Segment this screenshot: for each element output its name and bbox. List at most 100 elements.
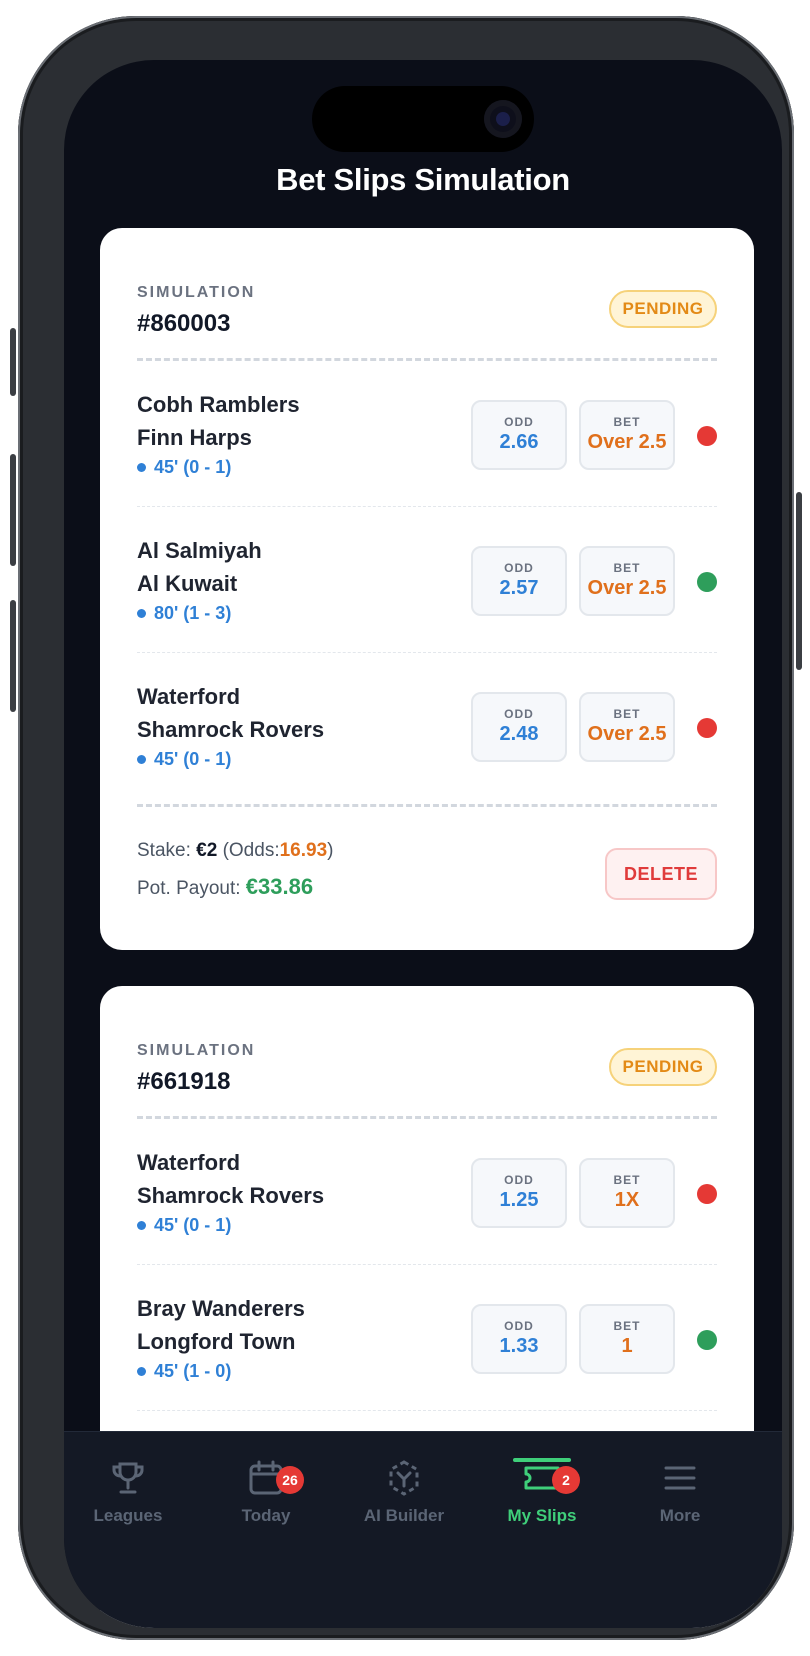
result-status-icon (697, 718, 717, 738)
odds-close: ) (327, 840, 334, 861)
tab-today[interactable]: Today 26 (206, 1458, 326, 1526)
stake-value: €2 (196, 840, 218, 861)
odd-label: ODD (504, 707, 534, 721)
simulation-id: #661918 (137, 1068, 231, 1095)
stake-line: Stake: €2 (Odds:16.93) (137, 840, 333, 862)
tab-label: My Slips (507, 1506, 577, 1525)
simulation-label: SIMULATION (137, 284, 256, 301)
row-divider (137, 1264, 717, 1265)
bet-label: BET (613, 561, 641, 575)
odd-box: ODD 1.33 (471, 1304, 567, 1374)
simulation-id: #860003 (137, 310, 231, 337)
tab-label: AI Builder (363, 1506, 445, 1525)
odd-value: 2.66 (499, 431, 539, 453)
match-row[interactable]: Waterford Shamrock Rovers 45' (0 - 1) OD… (137, 680, 717, 780)
bet-label: BET (613, 1319, 641, 1333)
bet-value: 1X (614, 1189, 640, 1211)
odd-label: ODD (504, 1319, 534, 1333)
odd-label: ODD (504, 561, 534, 575)
odd-box: ODD 2.48 (471, 692, 567, 762)
live-dot (137, 463, 146, 472)
odd-box: ODD 2.66 (471, 400, 567, 470)
minute-score: 45' (1 - 0) (154, 1361, 232, 1381)
page-title: Bet Slips Simulation (276, 162, 570, 197)
total-odds-value: 16.93 (279, 840, 328, 861)
payout-label: Pot. Payout: (137, 878, 241, 899)
phone-frame: Bet Slips Simulation SIMULATION #860003 … (10, 16, 802, 1640)
bet-box: BET 1X (579, 1158, 675, 1228)
simulation-label: SIMULATION (137, 1042, 256, 1059)
row-divider (137, 506, 717, 507)
bet-box: BET 1 (579, 1304, 675, 1374)
live-dot (137, 755, 146, 764)
screen: Bet Slips Simulation SIMULATION #860003 … (64, 60, 782, 1628)
divider (137, 804, 717, 807)
odd-value: 2.57 (499, 577, 539, 599)
odd-value: 1.25 (499, 1189, 539, 1211)
row-divider (137, 652, 717, 653)
notification-badge: 2 (552, 1466, 580, 1494)
odd-value: 2.48 (499, 723, 539, 745)
menu-icon (664, 1466, 696, 1490)
ai-builder-icon (389, 1460, 419, 1496)
status-badge: PENDING (609, 1048, 717, 1086)
minute-score: 45' (0 - 1) (154, 457, 232, 477)
tab-label: More (659, 1506, 701, 1525)
tab-ai-builder[interactable]: AI Builder (344, 1458, 464, 1526)
result-status-icon (697, 426, 717, 446)
result-status-icon (697, 1330, 717, 1350)
minute-score: 80' (1 - 3) (154, 603, 232, 623)
camera (484, 100, 522, 138)
payout-value: €33.86 (245, 874, 314, 899)
bet-value: Over 2.5 (587, 431, 667, 453)
tab-more[interactable]: More (620, 1458, 740, 1526)
odd-value: 1.33 (499, 1335, 539, 1357)
stake-label: Stake: (137, 840, 191, 861)
result-status-icon (697, 1184, 717, 1204)
bet-box: BET Over 2.5 (579, 692, 675, 762)
trophy-icon (112, 1462, 144, 1494)
bet-value: Over 2.5 (587, 577, 667, 599)
bet-label: BET (613, 1173, 641, 1187)
tab-leagues[interactable]: Leagues (68, 1458, 188, 1526)
tab-bar: Leagues Today 26 AI Builder My Slips 2 M… (64, 1431, 782, 1628)
result-status-icon (697, 572, 717, 592)
bet-value: 1 (621, 1335, 633, 1357)
payout-line: Pot. Payout: €33.86 (137, 874, 313, 900)
status-badge: PENDING (609, 290, 717, 328)
odd-label: ODD (504, 415, 534, 429)
notification-badge: 26 (276, 1466, 304, 1494)
bet-value: Over 2.5 (587, 723, 667, 745)
action-button (10, 328, 16, 396)
match-row[interactable]: Al Salmiyah Al Kuwait 80' (1 - 3) ODD 2.5… (137, 534, 717, 634)
tab-my-slips[interactable]: My Slips 2 (482, 1458, 602, 1526)
bet-box: BET Over 2.5 (579, 546, 675, 616)
dynamic-island (312, 86, 534, 152)
divider (137, 358, 717, 361)
power-button (796, 492, 802, 670)
match-row[interactable]: Cobh Ramblers Finn Harps 45' (0 - 1) ODD… (137, 388, 717, 488)
match-row[interactable]: Waterford Shamrock Rovers 45' (0 - 1) OD… (137, 1146, 717, 1246)
row-divider (137, 1410, 717, 1411)
minute-score: 45' (0 - 1) (154, 1215, 232, 1235)
bet-label: BET (613, 415, 641, 429)
odd-box: ODD 2.57 (471, 546, 567, 616)
live-dot (137, 1221, 146, 1230)
slip-card: SIMULATION #860003 PENDING Cobh Ramblers… (100, 228, 754, 950)
live-dot (137, 1367, 146, 1376)
delete-button[interactable]: DELETE (605, 848, 717, 900)
tab-label: Leagues (93, 1506, 163, 1525)
active-indicator (513, 1458, 571, 1462)
volume-up-button (10, 454, 16, 566)
minute-score: 45' (0 - 1) (154, 749, 232, 769)
match-row[interactable]: Bray Wanderers Longford Town 45' (1 - 0)… (137, 1292, 717, 1392)
bet-box: BET Over 2.5 (579, 400, 675, 470)
live-dot (137, 609, 146, 618)
odds-label: (Odds: (222, 840, 280, 861)
bet-label: BET (613, 707, 641, 721)
tab-label: Today (241, 1506, 291, 1525)
odd-label: ODD (504, 1173, 534, 1187)
divider (137, 1116, 717, 1119)
odd-box: ODD 1.25 (471, 1158, 567, 1228)
volume-down-button (10, 600, 16, 712)
